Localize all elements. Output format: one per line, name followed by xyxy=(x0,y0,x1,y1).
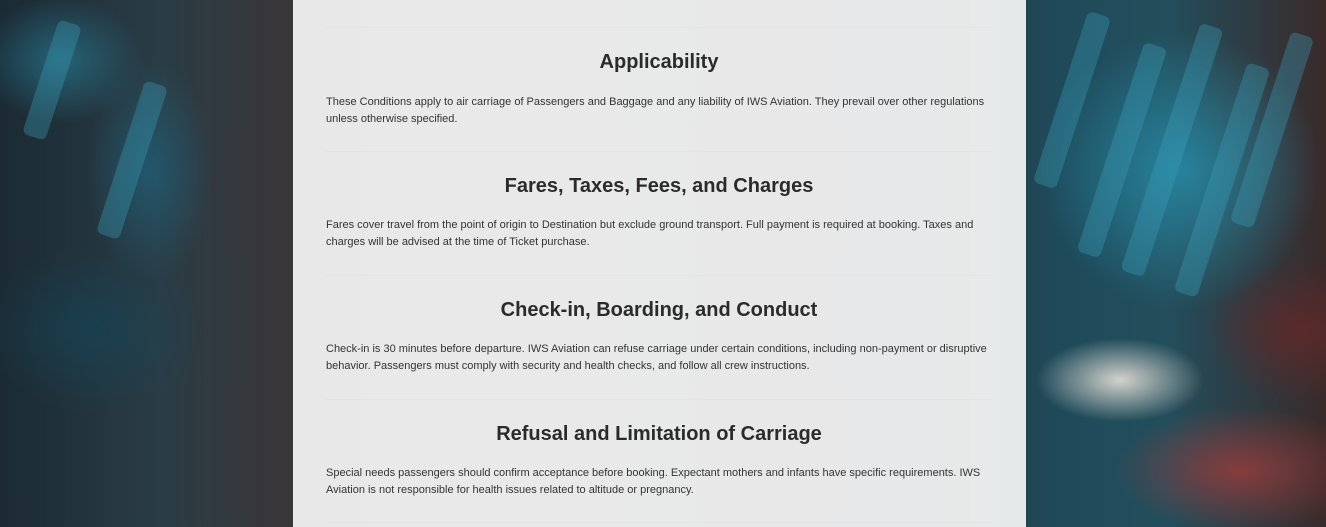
section-divider xyxy=(326,275,992,276)
section-title: Refusal and Limitation of Carriage xyxy=(496,423,822,445)
section-body: Check-in is 30 minutes before departure.… xyxy=(326,343,987,372)
section-body: Special needs passengers should confirm … xyxy=(326,467,981,496)
section-body: These Conditions apply to air carriage o… xyxy=(326,96,985,125)
section-divider xyxy=(326,27,992,28)
section-divider xyxy=(326,399,992,400)
section-divider xyxy=(326,151,992,152)
section-body: Fares cover travel from the point of ori… xyxy=(326,219,974,248)
background-shape xyxy=(1032,10,1112,190)
content-panel: Applicability These Conditions apply to … xyxy=(293,0,1026,527)
background-shape xyxy=(95,80,169,240)
section-title: Applicability xyxy=(599,51,719,73)
background-shape xyxy=(22,19,82,141)
section-divider xyxy=(326,522,992,523)
section-title: Check-in, Boarding, and Conduct xyxy=(500,299,818,321)
section-title: Fares, Taxes, Fees, and Charges xyxy=(504,175,814,197)
